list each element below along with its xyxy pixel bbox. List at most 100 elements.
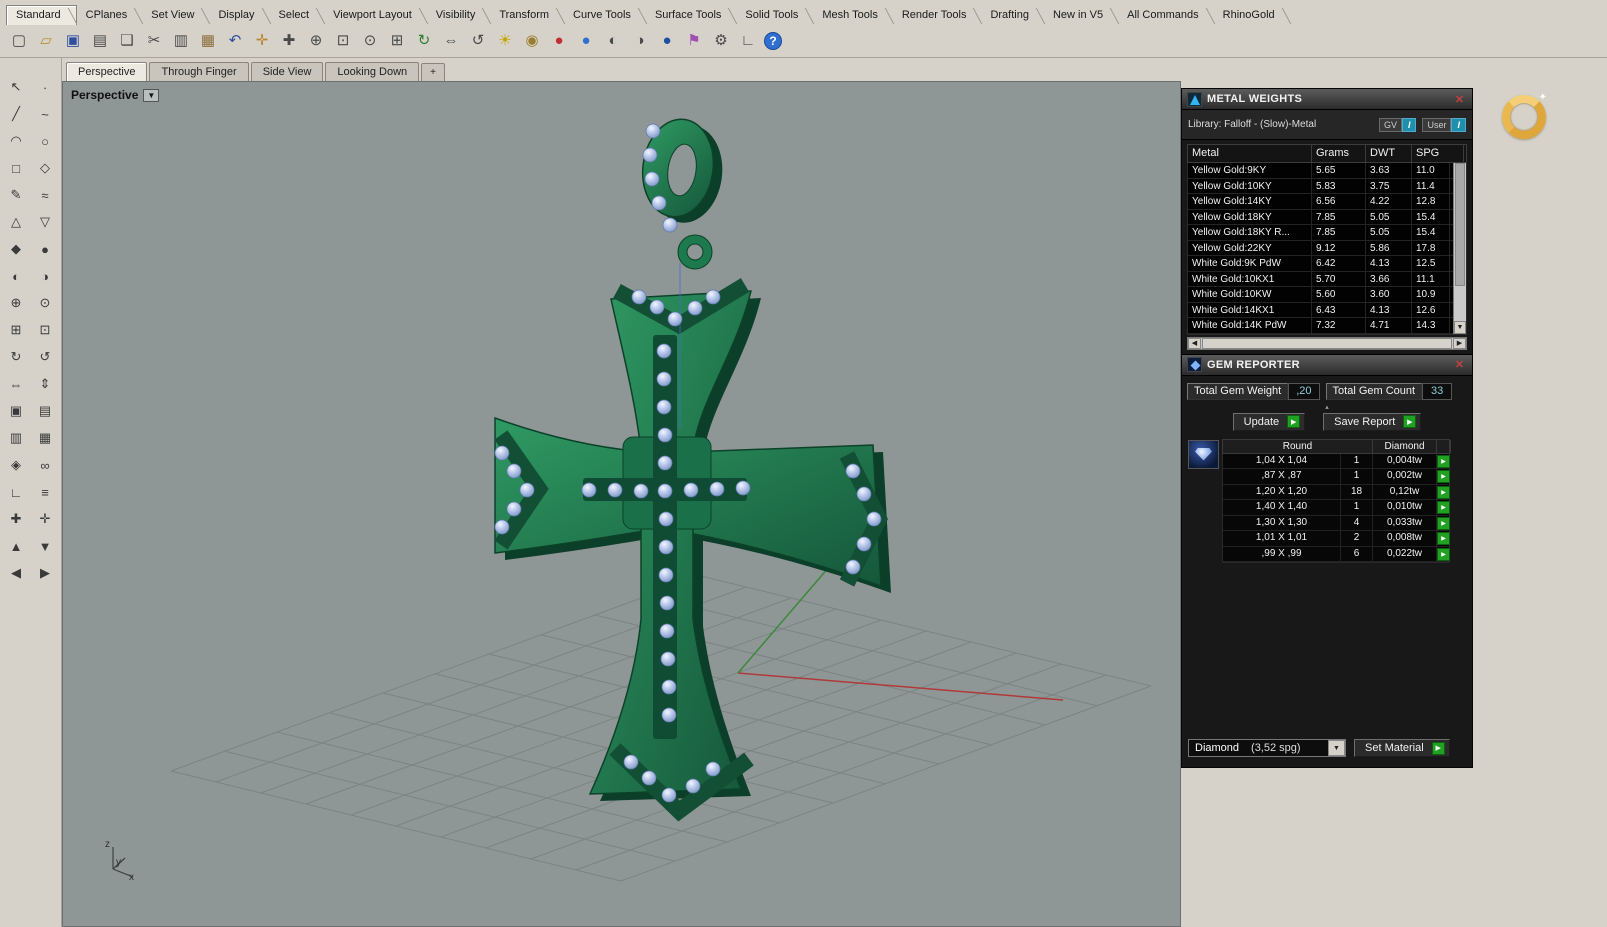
polygon-tool-icon[interactable]: ◇ xyxy=(32,155,58,181)
render-sphere-icon[interactable]: ● xyxy=(575,30,597,52)
collapse-handle-icon[interactable]: ▴ xyxy=(1182,402,1472,412)
viewport[interactable]: z y x Perspective ▼ xyxy=(62,81,1181,927)
zoom-window-icon[interactable]: ⊡ xyxy=(332,30,354,52)
curve-tool-icon[interactable]: ~ xyxy=(32,101,58,127)
menu-item[interactable]: Drafting xyxy=(981,6,1044,25)
ghosted-tool-icon[interactable]: ◑ xyxy=(32,263,58,289)
layer-tool-icon[interactable]: ▥ xyxy=(3,425,29,451)
render-icon[interactable]: ● xyxy=(548,30,570,52)
light-bulb-icon[interactable]: ☀ xyxy=(494,30,516,52)
metal-row[interactable]: Yellow Gold:22KY 9.12 5.86 17.8 xyxy=(1188,240,1453,256)
gem-row[interactable]: 1,40 X 1,40 1 0,010tw ▶ xyxy=(1223,500,1450,516)
scroll-right-icon[interactable]: ▶ xyxy=(1453,337,1466,349)
menu-item[interactable]: CPlanes xyxy=(77,6,143,25)
grid-tool-icon[interactable]: ▦ xyxy=(32,425,58,451)
close-icon[interactable]: ✕ xyxy=(1452,93,1467,106)
vertical-scrollbar[interactable]: ▼ xyxy=(1453,163,1466,334)
new-document-icon[interactable]: ▢ xyxy=(8,30,30,52)
move-icon[interactable]: ✚ xyxy=(278,30,300,52)
zoom-selected-icon[interactable]: ⊙ xyxy=(359,30,381,52)
scroll-down-icon[interactable]: ▼ xyxy=(1454,320,1466,334)
circle-tool-icon[interactable]: ○ xyxy=(32,128,58,154)
solid-tool-icon[interactable]: ◆ xyxy=(3,236,29,262)
array-tool-icon[interactable]: ✚ xyxy=(3,506,29,532)
scrollbar-thumb[interactable] xyxy=(1455,163,1465,286)
menu-item[interactable]: Render Tools xyxy=(893,6,982,25)
offset-right-tool-icon[interactable]: ▶ xyxy=(32,560,58,586)
gem-row[interactable]: ,87 X ,87 1 0,002tw ▶ xyxy=(1223,469,1450,485)
cplane-tool-icon[interactable]: ∟ xyxy=(3,479,29,505)
gem-row-apply-button[interactable]: ▶ xyxy=(1437,485,1450,499)
copy-icon[interactable]: ▥ xyxy=(170,30,192,52)
block-tool-icon[interactable]: ▣ xyxy=(3,398,29,424)
print-icon[interactable]: ▤ xyxy=(89,30,111,52)
hatch-tool-icon[interactable]: ▤ xyxy=(32,398,58,424)
set-material-button[interactable]: Set Material ▶ xyxy=(1354,739,1450,757)
menu-item[interactable]: Mesh Tools xyxy=(813,6,892,25)
menu-item[interactable]: Display xyxy=(209,6,269,25)
metal-row[interactable]: Yellow Gold:18KY R... 7.85 5.05 15.4 xyxy=(1188,225,1453,241)
menu-item[interactable]: All Commands xyxy=(1118,6,1214,25)
viewport-title-menu[interactable]: Perspective ▼ xyxy=(71,88,160,102)
gem-tool-icon[interactable]: ◈ xyxy=(3,452,29,478)
scrollbar-thumb[interactable] xyxy=(1202,337,1452,349)
close-icon[interactable]: ✕ xyxy=(1452,358,1467,371)
gem-row-apply-button[interactable]: ▶ xyxy=(1437,516,1450,530)
surface-tool-icon[interactable]: ≈ xyxy=(32,182,58,208)
metal-row[interactable]: Yellow Gold:9KY 5.65 3.63 11.0 xyxy=(1188,163,1453,179)
update-button[interactable]: Update ▶ xyxy=(1232,412,1306,431)
gem-row-apply-button[interactable]: ▶ xyxy=(1437,454,1450,468)
gem-row[interactable]: 1,01 X 1,01 2 0,008tw ▶ xyxy=(1223,531,1450,547)
select-tool-icon[interactable]: ↖ xyxy=(3,74,29,100)
orient-tool-icon[interactable]: ✛ xyxy=(32,506,58,532)
copy-to-clipboard-icon[interactable]: ❏ xyxy=(116,30,138,52)
viewport-tab[interactable]: Side View xyxy=(250,62,324,81)
point-tool-icon[interactable]: ∙ xyxy=(32,74,58,100)
gv-toggle[interactable]: GV I xyxy=(1378,117,1417,132)
pan-view-icon[interactable]: ⇔ xyxy=(440,30,462,52)
gem-row-apply-button[interactable]: ▶ xyxy=(1437,532,1450,545)
rectangle-tool-icon[interactable]: □ xyxy=(3,155,29,181)
chevron-down-icon[interactable]: ▼ xyxy=(1328,740,1345,756)
menu-item[interactable]: Solid Tools xyxy=(736,6,813,25)
options-gear-icon[interactable]: ⚙ xyxy=(710,30,732,52)
metal-row[interactable]: White Gold:10KX1 5.70 3.66 11.1 xyxy=(1188,271,1453,287)
menu-item[interactable]: Standard xyxy=(6,5,77,25)
paste-icon[interactable]: ▦ xyxy=(197,30,219,52)
rotate-tool-icon[interactable]: ↻ xyxy=(3,344,29,370)
mirror-tool-icon[interactable]: ⇔ xyxy=(3,371,29,397)
viewport-tab[interactable]: Through Finger xyxy=(149,62,249,81)
metal-row[interactable]: White Gold:9K PdW 6.42 4.13 12.5 xyxy=(1188,256,1453,272)
metal-row[interactable]: Yellow Gold:14KY 6.56 4.22 12.8 xyxy=(1188,194,1453,210)
metal-weights-titlebar[interactable]: METAL WEIGHTS ✕ xyxy=(1182,89,1472,110)
add-viewport-tab-button[interactable]: + xyxy=(421,63,445,81)
rendered-viewport-icon[interactable]: ● xyxy=(656,30,678,52)
gem-row[interactable]: 1,30 X 1,30 4 0,033tw ▶ xyxy=(1223,515,1450,531)
menu-item[interactable]: Transform xyxy=(490,6,564,25)
gem-row[interactable]: 1,04 X 1,04 1 0,004tw ▶ xyxy=(1223,453,1450,469)
pan-hand-icon[interactable]: ✛ xyxy=(251,30,273,52)
metal-row[interactable]: Yellow Gold:10KY 5.83 3.75 11.4 xyxy=(1188,178,1453,194)
menu-item[interactable]: RhinoGold xyxy=(1214,6,1290,25)
metal-row[interactable]: White Gold:10KW 5.60 3.60 10.9 xyxy=(1188,287,1453,303)
sphere-tool-icon[interactable]: ● xyxy=(32,236,58,262)
cut-icon[interactable]: ✂ xyxy=(143,30,165,52)
line-tool-icon[interactable]: ╱ xyxy=(3,101,29,127)
material-dropdown[interactable]: Diamond (3,52 spg) ▼ xyxy=(1188,739,1346,757)
menu-item[interactable]: Viewport Layout xyxy=(324,6,427,25)
viewport-tab[interactable]: Perspective xyxy=(66,62,148,81)
menu-item[interactable]: New in V5 xyxy=(1044,6,1118,25)
extrude-up-tool-icon[interactable]: ▲ xyxy=(3,533,29,559)
help-icon[interactable]: ? xyxy=(764,32,782,50)
shaded-viewport-icon[interactable]: ◐ xyxy=(602,30,624,52)
gem-row-apply-button[interactable]: ▶ xyxy=(1437,547,1450,561)
loft-tool-icon[interactable]: ▽ xyxy=(32,209,58,235)
cross-pendant-object[interactable] xyxy=(494,115,891,822)
trim-tool-icon[interactable]: ⊡ xyxy=(32,317,58,343)
save-report-button[interactable]: Save Report ▶ xyxy=(1323,412,1422,431)
chevron-down-icon[interactable]: ▼ xyxy=(143,88,160,102)
extrude-down-tool-icon[interactable]: ▼ xyxy=(32,533,58,559)
layers-tool-icon[interactable]: ≡ xyxy=(32,479,58,505)
boolean-union-tool-icon[interactable]: ⊕ xyxy=(3,290,29,316)
split-tool-icon[interactable]: ⊞ xyxy=(3,317,29,343)
